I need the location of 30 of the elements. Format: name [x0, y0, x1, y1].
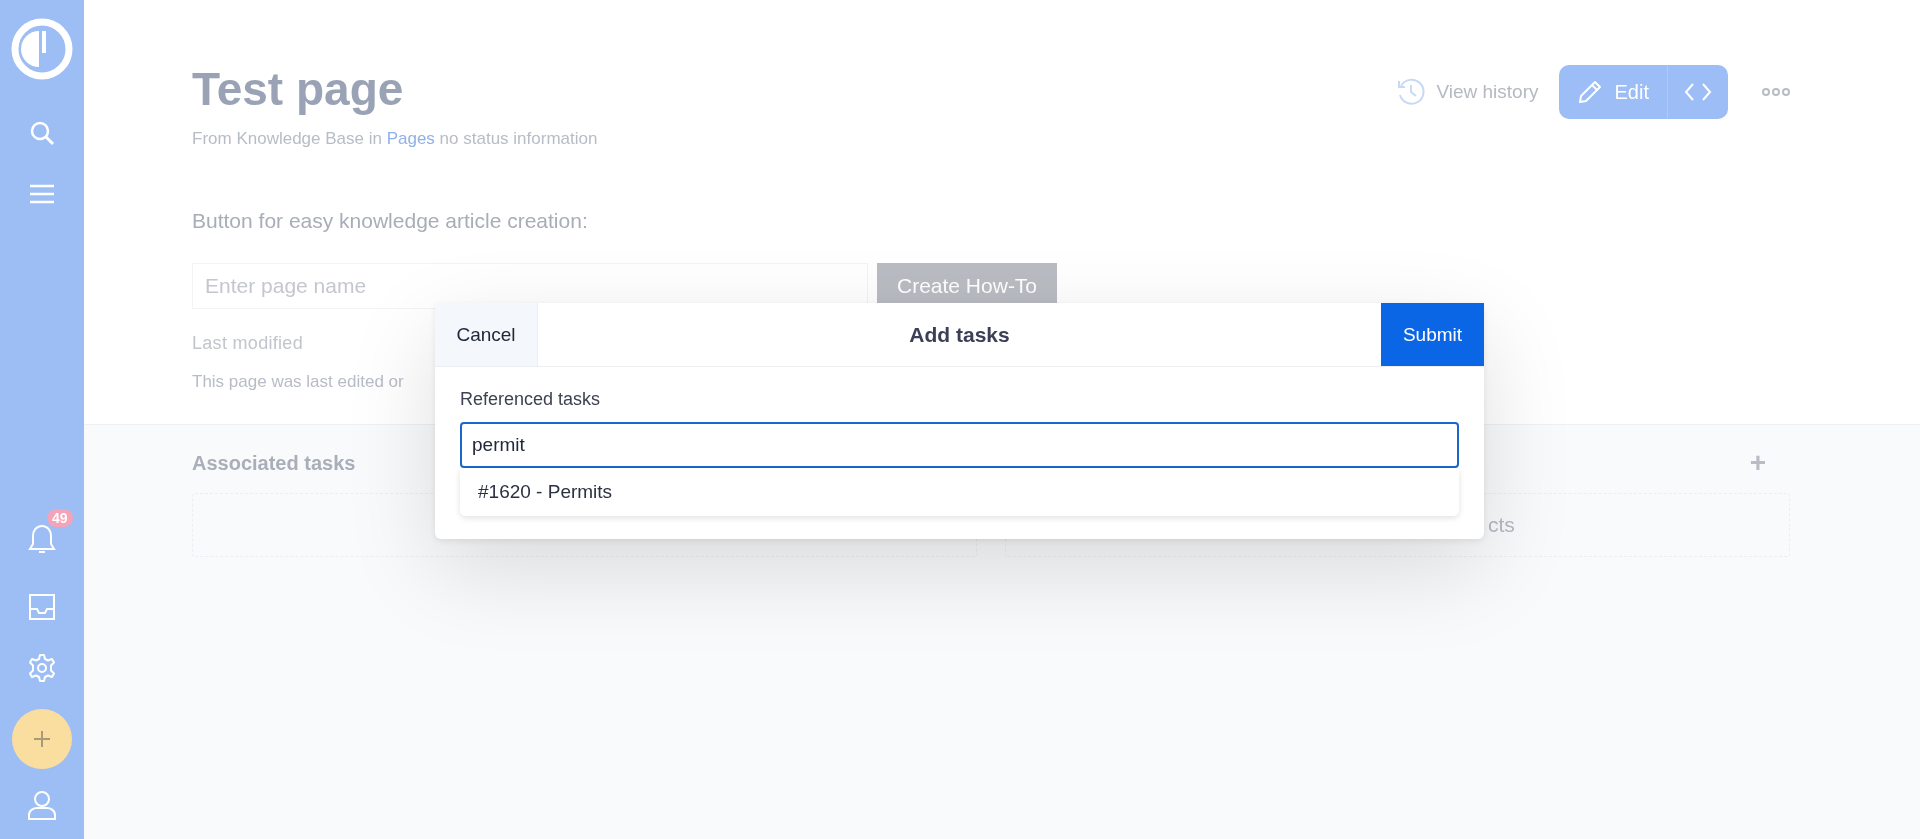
inbox-icon[interactable]	[28, 593, 56, 621]
page-title: Test page	[192, 64, 405, 115]
user-icon[interactable]	[27, 789, 57, 821]
pencil-icon	[1576, 79, 1603, 105]
menu-icon[interactable]	[29, 184, 55, 204]
add-task-button[interactable]: +	[1749, 447, 1766, 479]
panel-text: cts	[1488, 513, 1515, 537]
more-icon[interactable]	[1762, 87, 1790, 97]
notification-badge: 49	[47, 509, 73, 527]
page-subtitle: From Knowledge Base in Pages no status information	[192, 128, 598, 149]
last-modified-text: This page was last edited or	[192, 371, 404, 392]
logo-icon[interactable]	[11, 18, 73, 80]
view-history-button[interactable]: View history	[1396, 77, 1539, 107]
task-search-field[interactable]: permit	[460, 422, 1459, 468]
cancel-button[interactable]: Cancel	[435, 303, 538, 366]
section-title: Associated tasks	[192, 451, 356, 475]
history-icon	[1396, 77, 1427, 107]
dialog-title: Add tasks	[908, 321, 1011, 348]
page-name-field[interactable]: Enter page name	[192, 262, 868, 309]
field-label: Referenced tasks	[460, 389, 602, 410]
submit-button[interactable]: Submit	[1381, 303, 1484, 366]
code-icon	[1684, 82, 1712, 102]
settings-icon[interactable]	[27, 653, 57, 683]
add-button[interactable]	[12, 709, 72, 769]
pages-link[interactable]: Pages	[386, 128, 435, 148]
plus-icon	[33, 730, 51, 748]
search-icon[interactable]	[29, 120, 55, 146]
suggestion-item[interactable]: #1620 - Permits	[460, 468, 1459, 516]
intro-text: Button for easy knowledge article creation:	[192, 208, 589, 233]
last-modified-label: Last modified	[192, 332, 303, 354]
